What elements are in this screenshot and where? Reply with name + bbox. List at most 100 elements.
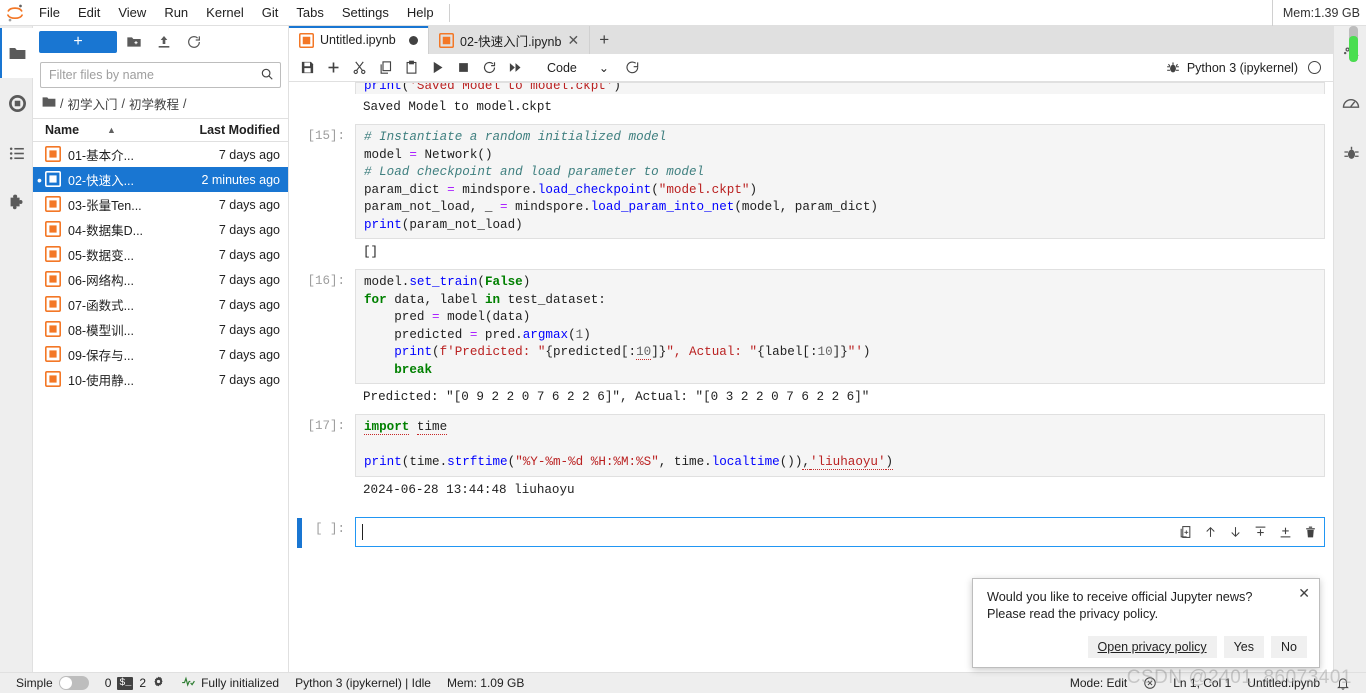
file-list-item[interactable]: 01-基本介... 7 days ago — [33, 142, 288, 167]
notebook-cell-clipped[interactable]: print('Saved Model to model.ckpt') Saved… — [289, 82, 1325, 122]
file-name: 04-数据集D... — [68, 224, 144, 238]
new-tab-button[interactable]: + — [590, 26, 619, 54]
kernel-status-idle-icon[interactable] — [1308, 61, 1321, 74]
debugger-icon[interactable] — [1161, 56, 1185, 80]
menu-item-view[interactable]: View — [109, 0, 155, 26]
delete-cell-icon[interactable] — [1303, 524, 1318, 540]
restart-kernel-icon[interactable] — [477, 56, 501, 80]
file-last-modified: 2 minutes ago — [201, 172, 280, 187]
new-folder-icon[interactable] — [121, 30, 147, 54]
cut-cell-icon[interactable] — [347, 56, 371, 80]
notebook-cell-active-empty[interactable]: [ ]: — [289, 516, 1325, 548]
breadcrumb-part-2[interactable]: 初学教程 — [129, 94, 179, 113]
menu-item-settings[interactable]: Settings — [333, 0, 398, 26]
cell-body: print('Saved Model to model.ckpt') Saved… — [355, 82, 1325, 122]
notebook-cell-17[interactable]: [17]: import time print(time.strftime("%… — [289, 414, 1325, 505]
menu-item-kernel[interactable]: Kernel — [197, 0, 253, 26]
kernel-status[interactable]: Python 3 (ipykernel) | Idle — [287, 673, 439, 693]
menu-item-git[interactable]: Git — [253, 0, 288, 26]
file-last-modified: 7 days ago — [218, 222, 280, 237]
menu-item-help[interactable]: Help — [398, 0, 443, 26]
sidebar-item-debugger[interactable] — [1334, 128, 1366, 178]
move-cell-up-icon[interactable] — [1203, 524, 1218, 540]
refresh-icon[interactable] — [181, 30, 207, 54]
file-list-item[interactable]: 07-函数式... 7 days ago — [33, 292, 288, 317]
search-input[interactable] — [47, 67, 260, 83]
sidebar-item-table-of-contents[interactable] — [0, 128, 33, 178]
unsaved-changes-indicator[interactable] — [409, 35, 418, 45]
notebook-cell-15[interactable]: [15]: # Instantiate a random initialized… — [289, 124, 1325, 267]
menu-bar: File Edit View Run Kernel Git Tabs Setti… — [0, 0, 1366, 26]
menu-item-edit[interactable]: Edit — [69, 0, 109, 26]
file-last-modified: 7 days ago — [218, 147, 280, 162]
sidebar-item-extension-manager[interactable] — [0, 178, 33, 228]
breadcrumb-part-1[interactable]: 初学入门 — [67, 94, 117, 113]
column-header-last-modified[interactable]: Last Modified — [184, 123, 280, 137]
column-header-name[interactable]: Name ▲ — [45, 123, 184, 137]
memory-usage: Mem: 1.09 GB — [446, 676, 525, 690]
open-privacy-policy-button[interactable]: Open privacy policy — [1087, 636, 1217, 658]
notebook-dock: Untitled.ipynb 02-快速入门.ipynb ✕ + Code ⌄ … — [289, 26, 1333, 672]
cell-editor-active[interactable] — [355, 516, 1325, 547]
decline-news-button[interactable]: No — [1271, 636, 1307, 658]
breadcrumb-home-icon[interactable] — [42, 96, 56, 111]
gear-icon[interactable] — [152, 675, 165, 691]
accept-news-button[interactable]: Yes — [1223, 636, 1265, 658]
tab-02-quickstart[interactable]: 02-快速入门.ipynb ✕ — [429, 26, 591, 54]
interrupt-kernel-icon[interactable] — [451, 56, 475, 80]
restart-run-all-icon[interactable] — [503, 56, 527, 80]
upload-icon[interactable] — [151, 30, 177, 54]
kernel-sessions-status[interactable]: 0 $_ 2 — [97, 673, 173, 693]
file-filter-box[interactable] — [40, 62, 281, 88]
sidebar-item-running-sessions[interactable] — [0, 78, 33, 128]
tab-untitled[interactable]: Untitled.ipynb — [289, 26, 429, 54]
close-icon[interactable]: ✕ — [1298, 586, 1310, 600]
save-icon[interactable] — [295, 56, 319, 80]
menu-item-run[interactable]: Run — [155, 0, 197, 26]
cell-editor[interactable]: import time print(time.strftime("%Y-%m-%… — [355, 414, 1325, 477]
close-icon[interactable]: ✕ — [567, 33, 579, 47]
copy-cell-icon[interactable] — [373, 56, 397, 80]
menu-item-file[interactable]: File — [30, 0, 69, 26]
file-list-item[interactable]: • 02-快速入... 2 minutes ago — [33, 167, 288, 192]
sidebar-item-dashboard[interactable] — [1334, 78, 1366, 128]
duplicate-cell-icon[interactable] — [1178, 524, 1193, 540]
sidebar-item-file-browser[interactable] — [0, 28, 33, 78]
notebook-icon — [45, 321, 62, 338]
notebook-icon — [45, 196, 62, 213]
file-list-item[interactable]: 08-模型训... 7 days ago — [33, 317, 288, 342]
menu-item-tabs[interactable]: Tabs — [287, 0, 332, 26]
bell-icon[interactable] — [1328, 673, 1358, 693]
cell-editor-clipped[interactable]: print('Saved Model to model.ckpt') — [355, 82, 1325, 94]
run-cell-icon[interactable] — [425, 56, 449, 80]
cell-type-select[interactable]: Code ⌄ — [543, 59, 613, 77]
terminal-count: 2 — [139, 676, 147, 690]
cell-editor[interactable]: # Instantiate a random initialized model… — [355, 124, 1325, 239]
notification-message: Would you like to receive official Jupyt… — [987, 589, 1307, 623]
file-last-modified: 7 days ago — [218, 372, 280, 387]
cursor-position[interactable]: Ln 1, Col 1 — [1165, 673, 1239, 693]
paste-cell-icon[interactable] — [399, 56, 423, 80]
file-list-item[interactable]: 04-数据集D... 7 days ago — [33, 217, 288, 242]
move-cell-down-icon[interactable] — [1228, 524, 1243, 540]
editor-mode[interactable]: Mode: Edit — [1062, 673, 1135, 693]
insert-cell-below-icon[interactable] — [1278, 524, 1293, 540]
kernel-name-label[interactable]: Python 3 (ipykernel) — [1187, 61, 1298, 75]
simple-mode-control[interactable]: Simple — [8, 673, 97, 693]
menubar-divider — [448, 3, 450, 22]
file-last-modified: 7 days ago — [218, 272, 280, 287]
file-list-item[interactable]: 03-张量Ten... 7 days ago — [33, 192, 288, 217]
insert-cell-icon[interactable] — [321, 56, 345, 80]
simple-mode-toggle[interactable] — [58, 676, 89, 690]
insert-cell-above-icon[interactable] — [1253, 524, 1268, 540]
file-list-item[interactable]: 10-使用静... 7 days ago — [33, 367, 288, 392]
git-clone-icon[interactable] — [621, 56, 645, 80]
new-launcher-button[interactable]: + — [39, 31, 117, 53]
file-list-item[interactable]: 05-数据变... 7 days ago — [33, 242, 288, 267]
cell-editor[interactable]: model.set_train(False) for data, label i… — [355, 269, 1325, 384]
file-list-item[interactable]: 06-网络构... 7 days ago — [33, 267, 288, 292]
file-list-item[interactable]: 09-保存与... 7 days ago — [33, 342, 288, 367]
notebook-cell-16[interactable]: [16]: model.set_train(False) for data, l… — [289, 269, 1325, 412]
circle-x-icon[interactable] — [1135, 673, 1165, 693]
file-name: 03-张量Ten... — [68, 199, 142, 213]
